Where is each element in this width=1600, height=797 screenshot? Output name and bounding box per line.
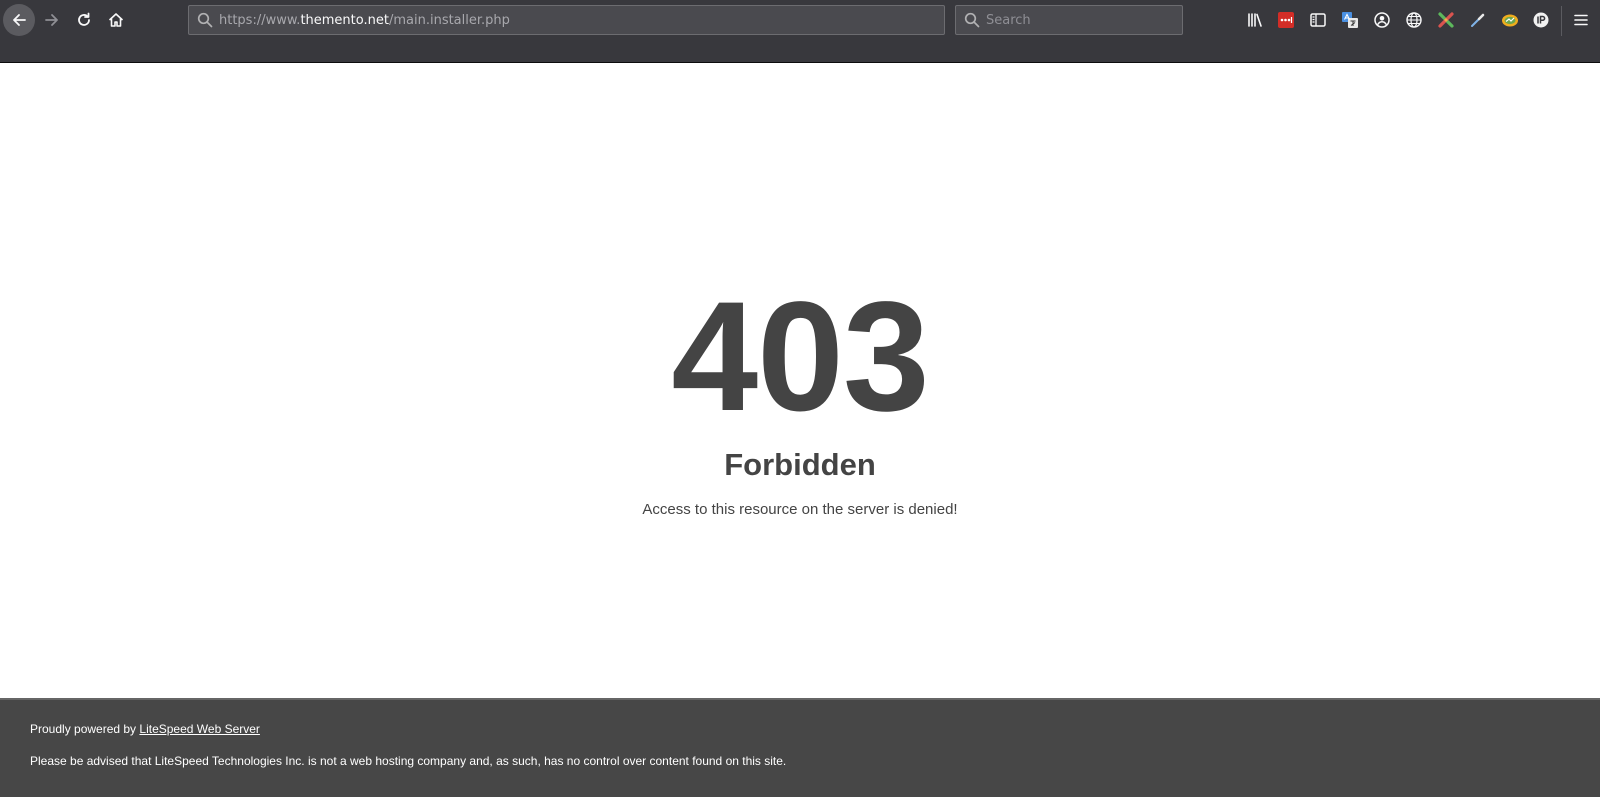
account-button[interactable] [1371, 9, 1393, 31]
search-input[interactable] [986, 12, 1166, 28]
search-bar[interactable] [955, 5, 1183, 35]
back-button[interactable] [3, 4, 35, 36]
navigation-toolbar: https://www.themento.net/main.installer.… [0, 0, 1600, 40]
lastpass-button[interactable] [1275, 9, 1297, 31]
ip-icon [1533, 12, 1549, 28]
error-code: 403 [671, 270, 929, 444]
page-footer: Proudly powered by LiteSpeed Web Server … [0, 698, 1600, 797]
error-title: Forbidden [724, 447, 876, 482]
sidebar-icon [1310, 13, 1326, 27]
search-icon [197, 12, 213, 28]
page-content: 403 Forbidden Access to this resource on… [0, 63, 1600, 699]
error-message: Access to this resource on the server is… [642, 501, 958, 518]
lastpass-icon [1278, 12, 1294, 28]
url-prefix: https://www. [219, 12, 301, 28]
menu-button[interactable] [1570, 9, 1592, 31]
color-picker-button[interactable] [1435, 9, 1457, 31]
translate-icon [1342, 12, 1358, 28]
reload-icon [78, 12, 90, 26]
powered-by-text: Proudly powered by LiteSpeed Web Server [30, 722, 260, 736]
reload-button[interactable] [68, 4, 100, 36]
color-picker-icon [1438, 12, 1454, 28]
home-icon [108, 13, 124, 27]
back-arrow-icon [13, 14, 26, 26]
hamburger-menu-icon [1574, 14, 1588, 26]
browser-chrome: https://www.themento.net/main.installer.… [0, 0, 1600, 63]
library-icon [1248, 13, 1262, 27]
address-bar[interactable]: https://www.themento.net/main.installer.… [188, 5, 945, 35]
home-button[interactable] [100, 4, 132, 36]
globe-icon [1406, 12, 1422, 28]
url-host: themento.net [300, 12, 389, 28]
library-button[interactable] [1244, 9, 1266, 31]
ip-button[interactable] [1530, 9, 1552, 31]
url-text: https://www.themento.net/main.installer.… [219, 13, 510, 28]
account-icon [1374, 12, 1390, 28]
seo-quake-icon [1502, 14, 1518, 27]
litespeed-link[interactable]: LiteSpeed Web Server [139, 722, 260, 736]
disclaimer-text: Please be advised that LiteSpeed Technol… [30, 754, 787, 768]
seo-quake-button[interactable] [1499, 9, 1521, 31]
powered-by-prefix: Proudly powered by [30, 722, 140, 736]
eyedropper-icon [1471, 13, 1485, 27]
sidebar-button[interactable] [1307, 9, 1329, 31]
url-path: /main.installer.php [388, 12, 510, 28]
translate-button[interactable] [1339, 9, 1361, 31]
globe-button[interactable] [1403, 9, 1425, 31]
toolbar-separator [1561, 6, 1562, 36]
forward-button[interactable] [36, 4, 68, 36]
search-icon [964, 12, 980, 28]
eyedropper-button[interactable] [1467, 9, 1489, 31]
forward-arrow-icon [45, 14, 58, 26]
